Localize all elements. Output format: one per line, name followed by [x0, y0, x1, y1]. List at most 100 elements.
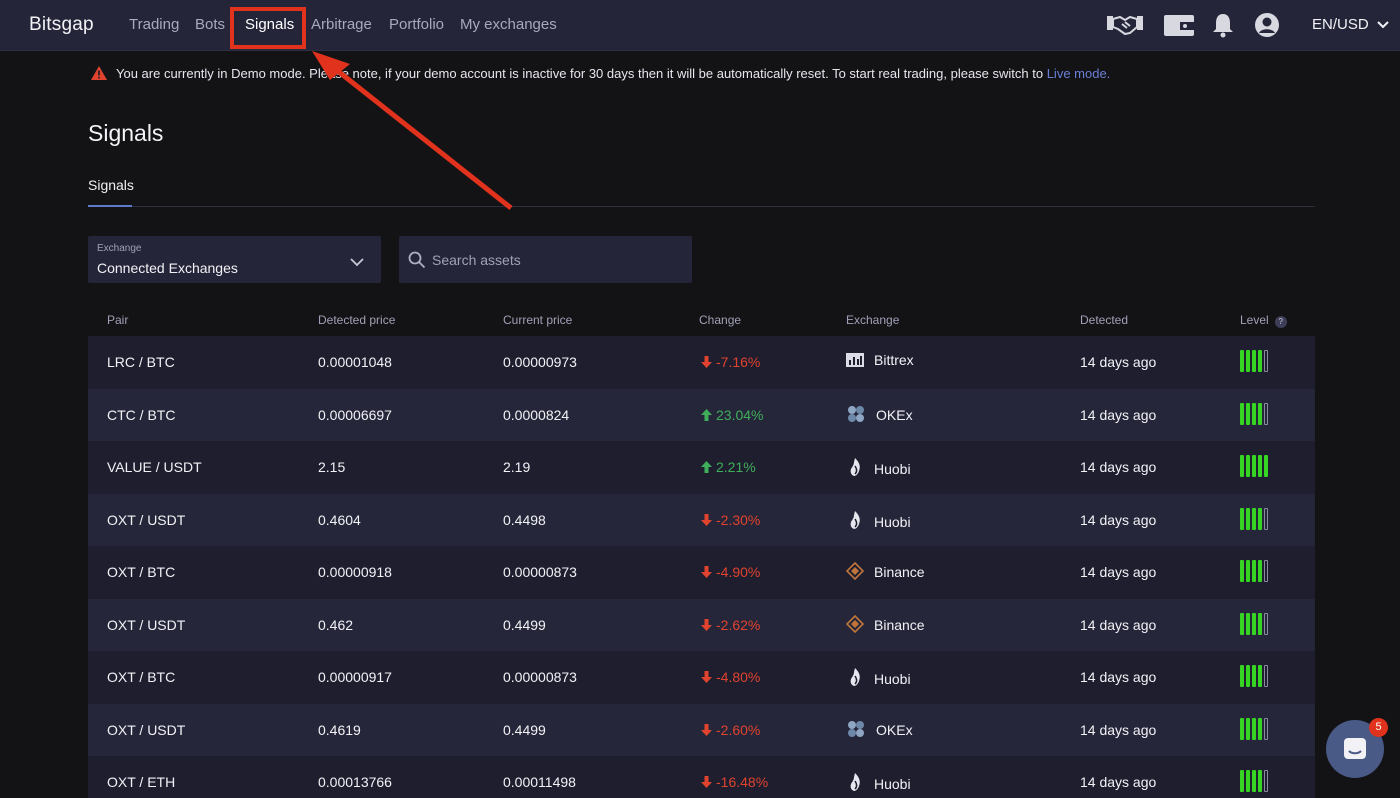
exchange-name: Huobi [874, 513, 911, 530]
level-bar [1264, 770, 1268, 792]
wallet-icon[interactable] [1163, 12, 1195, 43]
locale-selector[interactable]: EN/USD [1312, 16, 1389, 33]
level-indicator [1240, 350, 1270, 375]
level-bar [1252, 717, 1256, 740]
level-bar [1258, 507, 1262, 530]
notice-text: You are currently in Demo mode. Please n… [116, 66, 1047, 81]
table-row[interactable]: OXT / BTC 0.00000917 0.00000873 -4.80% Huobi… [88, 651, 1315, 704]
change-value: -2.60% [716, 721, 761, 738]
top-nav: Bitsgap Trading Bots Signals Arbitrage P… [0, 0, 1400, 51]
level-indicator [1240, 455, 1270, 480]
level-bar [1258, 560, 1262, 582]
level-bar [1258, 455, 1262, 477]
level-bar [1252, 560, 1256, 582]
level-bar [1240, 717, 1244, 740]
tab-divider [88, 206, 1315, 207]
pair-cell: OXT / USDT [107, 616, 186, 633]
col-header-exchange[interactable]: Exchange [846, 313, 899, 327]
level-indicator [1240, 612, 1270, 638]
bell-icon[interactable] [1212, 12, 1234, 43]
live-mode-link[interactable]: Live mode. [1047, 66, 1111, 81]
detected-price-cell: 0.00006697 [318, 406, 392, 423]
table-row[interactable]: VALUE / USDT 2.15 2.19 2.21% Huobi 14 days ag… [88, 441, 1315, 494]
bittrex-logo-icon [846, 352, 864, 371]
col-header-detected-price[interactable]: Detected price [318, 313, 395, 327]
level-bar [1264, 402, 1268, 425]
col-header-pair[interactable]: Pair [107, 313, 128, 327]
table-row[interactable]: LRC / BTC 0.00001048 0.00000973 -7.16% Bittr… [88, 336, 1315, 389]
level-indicator [1240, 770, 1270, 795]
level-bar [1264, 560, 1268, 582]
level-bar [1264, 507, 1268, 530]
table-row[interactable]: OXT / ETH 0.00013766 0.00011498 -16.48% Huob… [88, 756, 1315, 798]
current-price-cell: 0.4499 [503, 721, 546, 738]
nav-my-exchanges[interactable]: My exchanges [460, 16, 557, 33]
table-row[interactable]: OXT / USDT 0.4619 0.4499 -2.60% OKEx 14 days … [88, 703, 1315, 756]
level-bar [1264, 455, 1268, 477]
detected-price-cell: 0.462 [318, 616, 354, 633]
table-row[interactable]: OXT / USDT 0.462 0.4499 -2.62% Binance 14 day… [88, 598, 1315, 651]
level-bar [1258, 665, 1262, 687]
chat-icon [1343, 737, 1367, 766]
brand-logo[interactable]: Bitsgap [29, 14, 94, 36]
change-cell: -2.30% [701, 512, 760, 529]
level-bar [1240, 612, 1244, 635]
exchange-dropdown[interactable]: Exchange Connected Exchanges [88, 236, 381, 283]
exchange-name: Bittrex [874, 352, 914, 368]
handshake-icon[interactable] [1106, 12, 1144, 43]
pair-cell: OXT / USDT [107, 721, 186, 738]
nav-portfolio[interactable]: Portfolio [389, 16, 444, 33]
help-icon[interactable]: ? [1274, 316, 1287, 328]
change-value: -2.30% [716, 511, 761, 528]
level-bar [1240, 560, 1244, 582]
col-header-change[interactable]: Change [699, 313, 741, 327]
level-bar [1240, 455, 1244, 477]
pair-cell: CTC / BTC [107, 406, 176, 423]
search-box [399, 236, 692, 283]
detected-time-cell: 14 days ago [1080, 459, 1157, 475]
detected-time-cell: 14 days ago [1080, 354, 1157, 370]
col-header-current-price[interactable]: Current price [503, 313, 572, 327]
user-avatar-icon[interactable] [1254, 12, 1280, 43]
detected-price-cell: 0.4619 [318, 721, 361, 738]
change-cell: -2.62% [701, 617, 760, 634]
level-bar [1264, 665, 1268, 687]
change-cell: 2.21% [701, 459, 756, 476]
table-row[interactable]: OXT / USDT 0.4604 0.4498 -2.30% Huobi 14 days… [88, 493, 1315, 546]
detected-time-cell: 14 days ago [1080, 721, 1157, 738]
exchange-dropdown-label: Exchange [97, 243, 142, 254]
level-bar [1252, 350, 1256, 372]
level-bar [1258, 717, 1262, 740]
arrow-down-icon [701, 670, 712, 686]
level-bar [1240, 402, 1244, 425]
col-header-level[interactable]: Level? [1240, 313, 1287, 328]
tab-signals[interactable]: Signals [88, 177, 134, 193]
search-icon [408, 251, 426, 274]
change-value: -4.90% [716, 564, 761, 580]
pair-cell: OXT / USDT [107, 511, 186, 528]
table-row[interactable]: OXT / BTC 0.00000918 0.00000873 -4.90% Binan… [88, 546, 1315, 599]
level-bar [1252, 455, 1256, 477]
pair-cell: LRC / BTC [107, 354, 175, 370]
arrow-down-icon [701, 775, 712, 791]
nav-arbitrage[interactable]: Arbitrage [311, 16, 372, 33]
change-cell: -2.60% [701, 722, 760, 739]
exchange-cell: Huobi [846, 772, 911, 795]
table-row[interactable]: CTC / BTC 0.00006697 0.0000824 23.04% OKEx 14… [88, 388, 1315, 441]
search-input[interactable] [432, 249, 682, 271]
nav-bots[interactable]: Bots [195, 16, 225, 33]
change-cell: -16.48% [701, 774, 768, 791]
level-indicator [1240, 717, 1270, 743]
level-indicator [1240, 560, 1270, 585]
chat-badge: 5 [1369, 718, 1388, 737]
okex-logo-icon [846, 405, 866, 426]
chevron-down-icon [350, 254, 364, 272]
col-header-detected[interactable]: Detected [1080, 313, 1128, 327]
huobi-logo-icon [846, 667, 864, 690]
exchange-cell: OKEx [846, 720, 913, 741]
current-price-cell: 0.4498 [503, 511, 546, 528]
binance-logo-icon [845, 561, 865, 583]
nav-trading[interactable]: Trading [129, 16, 179, 33]
change-cell: -4.90% [701, 564, 760, 581]
level-bar [1264, 350, 1268, 372]
